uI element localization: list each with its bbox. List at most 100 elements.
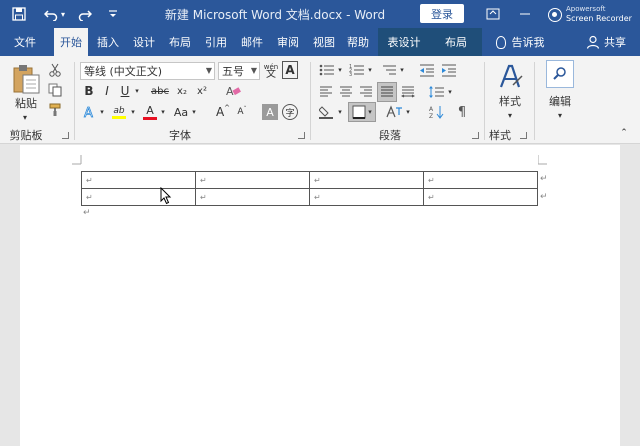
sort-icon[interactable]: AZ	[428, 104, 446, 120]
format-painter-icon[interactable]	[47, 102, 63, 118]
superscript-button[interactable]: x²	[194, 83, 210, 99]
tell-me-search[interactable]: 告诉我	[488, 28, 552, 56]
tab-references[interactable]: 引用	[200, 28, 232, 56]
italic-button[interactable]: I	[100, 83, 114, 99]
tab-file[interactable]: 文件	[6, 28, 44, 56]
tab-table-layout[interactable]: 布局	[430, 28, 482, 56]
minimize-icon[interactable]	[512, 3, 538, 25]
bullets-dropdown-icon[interactable]: ▾	[336, 65, 344, 75]
paragraph-mark: ↵	[83, 208, 91, 218]
svg-text:A: A	[84, 106, 93, 119]
font-dialog-launcher[interactable]	[298, 132, 305, 139]
show-marks-icon[interactable]: ¶	[454, 104, 470, 120]
table-cell[interactable]: ↵	[309, 171, 424, 189]
ribbon-home: 粘贴 ▾ 剪贴板 等线 (中文正文) ▼ 五号 ▼ wén 文 A B I U …	[0, 56, 640, 144]
increase-indent-icon[interactable]	[440, 62, 458, 78]
cut-icon[interactable]	[47, 62, 63, 78]
shading-icon[interactable]	[318, 104, 336, 120]
copy-icon[interactable]	[47, 82, 63, 98]
table-cell[interactable]: ↵	[81, 188, 196, 206]
change-case-button[interactable]: Aa	[172, 104, 190, 120]
clipboard-group-label: 剪贴板	[9, 129, 43, 142]
find-search-icon[interactable]	[546, 60, 574, 88]
line-spacing-icon[interactable]	[428, 84, 446, 100]
tab-help[interactable]: 帮助	[342, 28, 374, 56]
bold-button[interactable]: B	[82, 83, 96, 99]
numbering-icon[interactable]: 123	[348, 62, 366, 78]
shading-dropdown-icon[interactable]: ▾	[336, 107, 344, 117]
font-name-combo[interactable]: 等线 (中文正文) ▼	[80, 62, 215, 80]
justify-icon[interactable]	[377, 82, 397, 102]
tab-view[interactable]: 视图	[308, 28, 340, 56]
clipboard-dialog-launcher[interactable]	[62, 132, 69, 139]
tab-mailings[interactable]: 邮件	[236, 28, 268, 56]
shrink-font-button[interactable]: Aˇ	[234, 104, 250, 120]
ribbon-display-options-icon[interactable]	[480, 3, 506, 25]
enclose-characters-button[interactable]: 字	[282, 104, 298, 120]
styles-icon[interactable]	[496, 62, 524, 90]
tab-insert[interactable]: 插入	[92, 28, 124, 56]
styles-dialog-launcher[interactable]	[520, 132, 527, 139]
paste-dropdown-icon[interactable]: ▾	[18, 112, 32, 122]
bullets-icon[interactable]	[318, 62, 336, 78]
font-color-dropdown-icon[interactable]: ▾	[159, 107, 167, 117]
table-cell[interactable]: ↵	[195, 188, 310, 206]
font-color-button[interactable]: A	[142, 103, 158, 121]
phonetic-guide-button[interactable]: wén 文	[262, 61, 280, 81]
tab-design[interactable]: 设计	[128, 28, 160, 56]
highlight-color-button[interactable]: ab	[110, 103, 128, 121]
text-effects-icon[interactable]: A	[82, 104, 98, 120]
multilevel-list-icon[interactable]	[380, 62, 398, 78]
chinese-layout-dropdown-icon[interactable]: ▾	[404, 107, 412, 117]
paste-button-label[interactable]: 粘贴	[10, 96, 42, 110]
redo-icon[interactable]	[74, 4, 96, 24]
paragraph-dialog-launcher[interactable]	[472, 132, 479, 139]
chevron-down-icon: ▼	[205, 66, 212, 75]
paste-icon[interactable]	[10, 62, 42, 96]
grow-font-button[interactable]: A ^	[214, 104, 232, 120]
tab-home[interactable]: 开始	[54, 28, 88, 56]
subscript-button[interactable]: x₂	[174, 83, 190, 99]
font-size-combo[interactable]: 五号 ▼	[218, 62, 260, 80]
table-cell[interactable]: ↵	[423, 171, 538, 189]
editing-button-label[interactable]: 编辑	[544, 94, 576, 108]
font-group-label: 字体	[169, 129, 191, 142]
char-border-button[interactable]: A	[282, 61, 298, 79]
table-cell[interactable]: ↵	[81, 171, 196, 189]
char-shading-button[interactable]: A	[262, 104, 278, 120]
distributed-icon[interactable]	[400, 84, 416, 100]
line-spacing-dropdown-icon[interactable]: ▾	[446, 87, 454, 97]
chinese-layout-icon[interactable]	[384, 104, 404, 120]
table-cell[interactable]: ↵	[423, 188, 538, 206]
styles-button-label[interactable]: 样式	[494, 94, 526, 108]
customize-qat-icon[interactable]	[102, 4, 124, 24]
borders-button[interactable]: ▾	[348, 102, 376, 122]
tab-review[interactable]: 审阅	[272, 28, 304, 56]
strikethrough-button[interactable]: abc	[148, 83, 172, 99]
align-left-icon[interactable]	[318, 84, 334, 100]
svg-text:3: 3	[349, 72, 352, 77]
change-case-dropdown-icon[interactable]: ▾	[190, 107, 198, 117]
multilevel-dropdown-icon[interactable]: ▾	[398, 65, 406, 75]
clear-formatting-icon[interactable]: A	[224, 83, 242, 99]
collapse-ribbon-icon[interactable]: ⌃	[618, 128, 630, 138]
table-cell[interactable]: ↵	[309, 188, 424, 206]
document-table[interactable]: ↵ ↵ ↵ ↵ ↵ ↵ ↵ ↵	[81, 171, 538, 206]
save-icon[interactable]	[8, 4, 30, 24]
table-cell[interactable]: ↵	[195, 171, 310, 189]
align-center-icon[interactable]	[338, 84, 354, 100]
tab-table-design[interactable]: 表设计	[378, 28, 430, 56]
underline-button[interactable]: U	[118, 83, 132, 99]
login-button[interactable]: 登录	[420, 4, 464, 23]
editing-dropdown-icon[interactable]: ▾	[553, 110, 567, 120]
undo-dropdown-icon[interactable]: ▾	[58, 4, 68, 24]
share-button[interactable]: 共享	[576, 28, 636, 56]
decrease-indent-icon[interactable]	[418, 62, 436, 78]
styles-dropdown-icon[interactable]: ▾	[503, 110, 517, 120]
tab-layout[interactable]: 布局	[164, 28, 196, 56]
numbering-dropdown-icon[interactable]: ▾	[366, 65, 374, 75]
text-effects-dropdown-icon[interactable]: ▾	[98, 107, 106, 117]
underline-dropdown-icon[interactable]: ▾	[133, 85, 141, 97]
highlight-dropdown-icon[interactable]: ▾	[129, 107, 137, 117]
align-right-icon[interactable]	[358, 84, 374, 100]
